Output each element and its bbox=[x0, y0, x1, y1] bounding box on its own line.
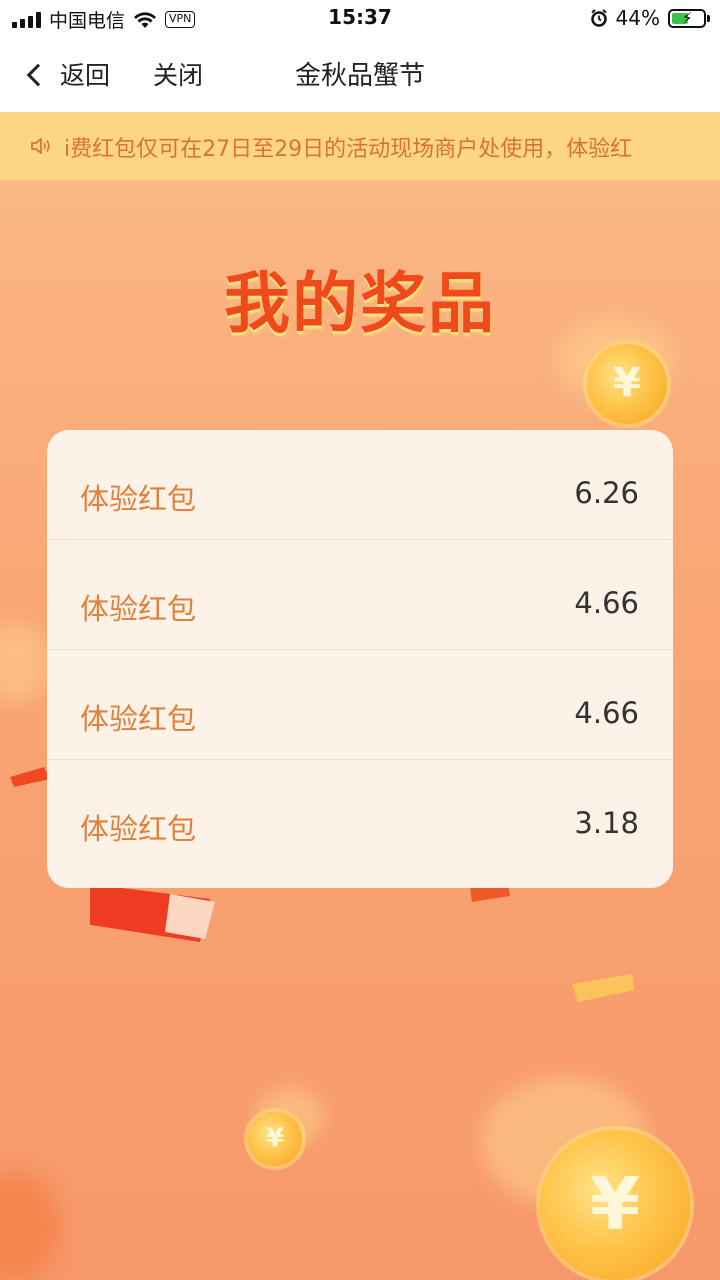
battery-percent: 44% bbox=[615, 6, 660, 30]
prize-row: 体验红包 4.66 bbox=[47, 650, 673, 760]
battery-icon: ⚡ bbox=[668, 8, 710, 28]
page-title: 我的奖品 bbox=[224, 265, 496, 342]
coin-trail-decoration bbox=[0, 1172, 60, 1280]
coin-decoration: ¥ bbox=[248, 1112, 302, 1166]
prize-value: 4.66 bbox=[574, 586, 639, 620]
prize-name: 体验红包 bbox=[80, 702, 197, 736]
prize-value: 4.66 bbox=[574, 696, 639, 730]
prize-row: 体验红包 3.18 bbox=[47, 760, 673, 878]
status-bar: 中国电信 VPN 15:37 44% ⚡ bbox=[0, 0, 720, 36]
coin-trail-decoration bbox=[0, 622, 50, 702]
main-content: ¥ ¥ ¥ i费红包仅可在27日至29日的活动现场商户处使用，体验红 我的奖品 bbox=[0, 112, 720, 1280]
prize-name: 体验红包 bbox=[80, 482, 197, 516]
page-nav-title: 金秋品蟹节 bbox=[294, 61, 425, 91]
coin-decoration: ¥ bbox=[587, 344, 667, 424]
ribbon-decoration bbox=[10, 767, 50, 787]
prize-row: 体验红包 6.26 bbox=[47, 430, 673, 540]
speaker-icon bbox=[31, 138, 50, 154]
status-bar-right: 44% ⚡ bbox=[590, 6, 710, 30]
notice-text: i费红包仅可在27日至29日的活动现场商户处使用，体验红 bbox=[64, 137, 633, 162]
prize-value: 3.18 bbox=[574, 806, 639, 840]
prize-name: 体验红包 bbox=[80, 592, 197, 626]
coin-decoration: ¥ bbox=[540, 1130, 690, 1280]
alarm-icon bbox=[590, 9, 607, 27]
prize-name: 体验红包 bbox=[80, 812, 197, 846]
notice-bar: i费红包仅可在27日至29日的活动现场商户处使用，体验红 bbox=[0, 112, 720, 180]
nav-bar: 返回 关闭 金秋品蟹节 bbox=[0, 36, 720, 112]
prize-list-card: 体验红包 6.26 体验红包 4.66 体验红包 4.66 体验红包 3.18 bbox=[47, 430, 673, 888]
prize-row: 体验红包 4.66 bbox=[47, 540, 673, 650]
prize-value: 6.26 bbox=[574, 476, 639, 510]
ribbon-decoration bbox=[572, 974, 634, 1002]
